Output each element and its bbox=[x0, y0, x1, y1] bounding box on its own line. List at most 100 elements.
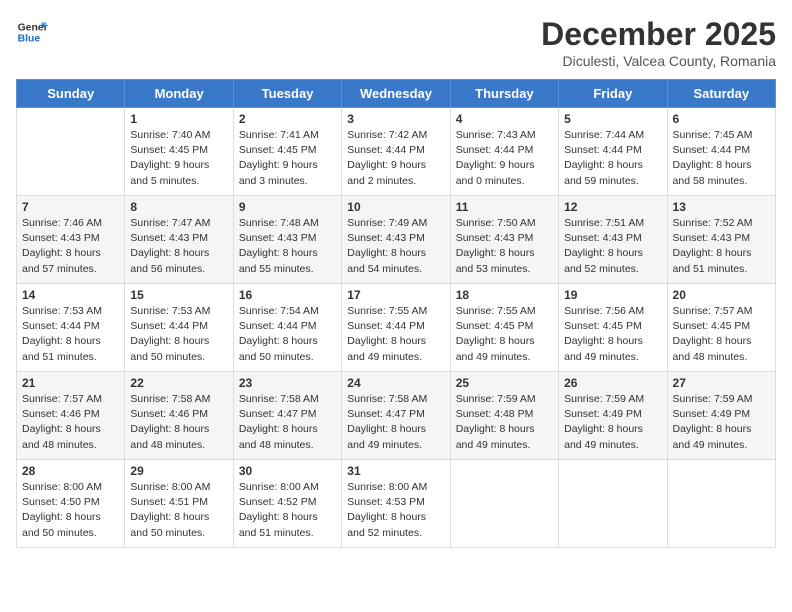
day-cell: 20 Sunrise: 7:57 AMSunset: 4:45 PMDayligh… bbox=[667, 284, 775, 372]
day-cell: 27Sunrise: 7:59 AMSunset: 4:49 PMDayligh… bbox=[667, 372, 775, 460]
day-cell: 4Sunrise: 7:43 AMSunset: 4:44 PMDaylight… bbox=[450, 108, 558, 196]
day-info: Sunrise: 7:59 AMSunset: 4:49 PMDaylight:… bbox=[673, 392, 770, 453]
day-cell: 24Sunrise: 7:58 AMSunset: 4:47 PMDayligh… bbox=[342, 372, 450, 460]
day-header-thursday: Thursday bbox=[450, 80, 558, 108]
day-number: 7 bbox=[22, 200, 119, 214]
day-number: 6 bbox=[673, 112, 770, 126]
day-cell: 7 Sunrise: 7:46 AMSunset: 4:43 PMDaylight… bbox=[17, 196, 125, 284]
day-number: 1 bbox=[130, 112, 227, 126]
day-cell: 21 Sunrise: 7:57 AMSunset: 4:46 PMDayligh… bbox=[17, 372, 125, 460]
day-number: 26 bbox=[564, 376, 661, 390]
day-number: 13 bbox=[673, 200, 770, 214]
day-number: 16 bbox=[239, 288, 336, 302]
day-info: Sunrise: 7:44 AMSunset: 4:44 PMDaylight:… bbox=[564, 128, 661, 189]
day-number: 2 bbox=[239, 112, 336, 126]
day-number: 20 bbox=[673, 288, 770, 302]
day-cell: 30Sunrise: 8:00 AMSunset: 4:52 PMDayligh… bbox=[233, 460, 341, 548]
day-info: Sunrise: 7:51 AMSunset: 4:43 PMDaylight:… bbox=[564, 216, 661, 277]
day-cell: 16 Sunrise: 7:54 AMSunset: 4:44 PMDayligh… bbox=[233, 284, 341, 372]
day-number: 19 bbox=[564, 288, 661, 302]
day-info: Sunrise: 8:00 AMSunset: 4:51 PMDaylight:… bbox=[130, 480, 227, 541]
day-number: 4 bbox=[456, 112, 553, 126]
day-cell: 25 Sunrise: 7:59 AMSunset: 4:48 PMDayligh… bbox=[450, 372, 558, 460]
day-number: 30 bbox=[239, 464, 336, 478]
day-number: 9 bbox=[239, 200, 336, 214]
calendar-body: 1 Sunrise: 7:40 AMSunset: 4:45 PMDaylight… bbox=[17, 108, 776, 548]
day-cell: 29 Sunrise: 8:00 AMSunset: 4:51 PMDayligh… bbox=[125, 460, 233, 548]
day-header-friday: Friday bbox=[559, 80, 667, 108]
day-info: Sunrise: 7:48 AMSunset: 4:43 PMDaylight:… bbox=[239, 216, 336, 277]
day-cell: 10 Sunrise: 7:49 AMSunset: 4:43 PMDayligh… bbox=[342, 196, 450, 284]
day-cell: 2 Sunrise: 7:41 AMSunset: 4:45 PMDaylight… bbox=[233, 108, 341, 196]
day-header-wednesday: Wednesday bbox=[342, 80, 450, 108]
day-info: Sunrise: 7:40 AMSunset: 4:45 PMDaylight:… bbox=[130, 128, 227, 189]
day-info: Sunrise: 7:50 AMSunset: 4:43 PMDaylight:… bbox=[456, 216, 553, 277]
day-number: 23 bbox=[239, 376, 336, 390]
day-number: 21 bbox=[22, 376, 119, 390]
day-cell: 8 Sunrise: 7:47 AMSunset: 4:43 PMDaylight… bbox=[125, 196, 233, 284]
day-info: Sunrise: 7:55 AMSunset: 4:45 PMDaylight:… bbox=[456, 304, 553, 365]
day-info: Sunrise: 7:59 AMSunset: 4:48 PMDaylight:… bbox=[456, 392, 553, 453]
day-info: Sunrise: 7:58 AMSunset: 4:47 PMDaylight:… bbox=[239, 392, 336, 453]
day-cell: 3Sunrise: 7:42 AMSunset: 4:44 PMDaylight… bbox=[342, 108, 450, 196]
day-number: 14 bbox=[22, 288, 119, 302]
day-info: Sunrise: 7:58 AMSunset: 4:47 PMDaylight:… bbox=[347, 392, 444, 453]
day-cell bbox=[17, 108, 125, 196]
day-cell: 31 Sunrise: 8:00 AMSunset: 4:53 PMDayligh… bbox=[342, 460, 450, 548]
day-info: Sunrise: 7:42 AMSunset: 4:44 PMDaylight:… bbox=[347, 128, 444, 189]
day-cell: 28 Sunrise: 8:00 AMSunset: 4:50 PMDayligh… bbox=[17, 460, 125, 548]
logo: General Blue General Blue bbox=[16, 16, 48, 48]
day-info: Sunrise: 7:53 AMSunset: 4:44 PMDaylight:… bbox=[130, 304, 227, 365]
day-cell bbox=[667, 460, 775, 548]
day-number: 18 bbox=[456, 288, 553, 302]
day-cell: 6 Sunrise: 7:45 AMSunset: 4:44 PMDaylight… bbox=[667, 108, 775, 196]
day-cell: 18 Sunrise: 7:55 AMSunset: 4:45 PMDayligh… bbox=[450, 284, 558, 372]
day-info: Sunrise: 7:45 AMSunset: 4:44 PMDaylight:… bbox=[673, 128, 770, 189]
day-info: Sunrise: 8:00 AMSunset: 4:53 PMDaylight:… bbox=[347, 480, 444, 541]
day-cell: 9 Sunrise: 7:48 AMSunset: 4:43 PMDaylight… bbox=[233, 196, 341, 284]
day-number: 22 bbox=[130, 376, 227, 390]
day-number: 29 bbox=[130, 464, 227, 478]
week-row-1: 1 Sunrise: 7:40 AMSunset: 4:45 PMDaylight… bbox=[17, 108, 776, 196]
day-cell: 19 Sunrise: 7:56 AMSunset: 4:45 PMDayligh… bbox=[559, 284, 667, 372]
day-cell: 23 Sunrise: 7:58 AMSunset: 4:47 PMDayligh… bbox=[233, 372, 341, 460]
day-number: 28 bbox=[22, 464, 119, 478]
week-row-3: 14 Sunrise: 7:53 AMSunset: 4:44 PMDayligh… bbox=[17, 284, 776, 372]
day-cell: 22 Sunrise: 7:58 AMSunset: 4:46 PMDayligh… bbox=[125, 372, 233, 460]
day-number: 31 bbox=[347, 464, 444, 478]
day-info: Sunrise: 7:55 AMSunset: 4:44 PMDaylight:… bbox=[347, 304, 444, 365]
calendar-table: SundayMondayTuesdayWednesdayThursdayFrid… bbox=[16, 79, 776, 548]
day-cell bbox=[450, 460, 558, 548]
page-header: General Blue General Blue December 2025 … bbox=[16, 16, 776, 69]
day-info: Sunrise: 8:00 AMSunset: 4:50 PMDaylight:… bbox=[22, 480, 119, 541]
week-row-2: 7 Sunrise: 7:46 AMSunset: 4:43 PMDaylight… bbox=[17, 196, 776, 284]
day-cell: 17Sunrise: 7:55 AMSunset: 4:44 PMDayligh… bbox=[342, 284, 450, 372]
day-header-sunday: Sunday bbox=[17, 80, 125, 108]
day-info: Sunrise: 7:58 AMSunset: 4:46 PMDaylight:… bbox=[130, 392, 227, 453]
day-info: Sunrise: 7:46 AMSunset: 4:43 PMDaylight:… bbox=[22, 216, 119, 277]
day-cell: 5Sunrise: 7:44 AMSunset: 4:44 PMDaylight… bbox=[559, 108, 667, 196]
day-number: 25 bbox=[456, 376, 553, 390]
day-number: 15 bbox=[130, 288, 227, 302]
day-info: Sunrise: 7:41 AMSunset: 4:45 PMDaylight:… bbox=[239, 128, 336, 189]
day-cell: 15 Sunrise: 7:53 AMSunset: 4:44 PMDayligh… bbox=[125, 284, 233, 372]
day-info: Sunrise: 7:47 AMSunset: 4:43 PMDaylight:… bbox=[130, 216, 227, 277]
day-cell: 26Sunrise: 7:59 AMSunset: 4:49 PMDayligh… bbox=[559, 372, 667, 460]
day-number: 11 bbox=[456, 200, 553, 214]
day-info: Sunrise: 7:57 AMSunset: 4:45 PMDaylight:… bbox=[673, 304, 770, 365]
month-title: December 2025 bbox=[541, 16, 776, 53]
day-info: Sunrise: 7:54 AMSunset: 4:44 PMDaylight:… bbox=[239, 304, 336, 365]
day-number: 8 bbox=[130, 200, 227, 214]
day-info: Sunrise: 7:57 AMSunset: 4:46 PMDaylight:… bbox=[22, 392, 119, 453]
day-cell: 13 Sunrise: 7:52 AMSunset: 4:43 PMDayligh… bbox=[667, 196, 775, 284]
day-info: Sunrise: 7:49 AMSunset: 4:43 PMDaylight:… bbox=[347, 216, 444, 277]
day-header-saturday: Saturday bbox=[667, 80, 775, 108]
day-cell: 1 Sunrise: 7:40 AMSunset: 4:45 PMDaylight… bbox=[125, 108, 233, 196]
calendar-header-row: SundayMondayTuesdayWednesdayThursdayFrid… bbox=[17, 80, 776, 108]
day-number: 10 bbox=[347, 200, 444, 214]
week-row-4: 21 Sunrise: 7:57 AMSunset: 4:46 PMDayligh… bbox=[17, 372, 776, 460]
logo-icon: General Blue bbox=[16, 16, 48, 48]
day-info: Sunrise: 7:52 AMSunset: 4:43 PMDaylight:… bbox=[673, 216, 770, 277]
day-info: Sunrise: 7:53 AMSunset: 4:44 PMDaylight:… bbox=[22, 304, 119, 365]
day-info: Sunrise: 7:56 AMSunset: 4:45 PMDaylight:… bbox=[564, 304, 661, 365]
